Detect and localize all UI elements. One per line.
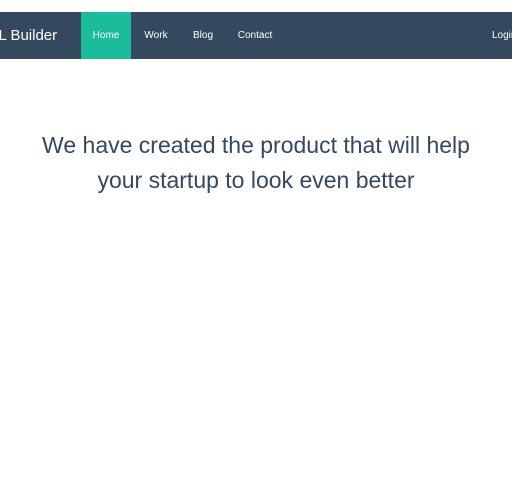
login-link[interactable]: Login [492,12,512,59]
hero-heading-line-2: your startup to look even better [97,167,415,193]
nav-item-contact[interactable]: Contact [232,12,278,59]
hero-section: We have created the product that will he… [0,128,512,198]
hero-heading-line-1: We have created the product that will he… [42,132,470,158]
nav-item-blog[interactable]: Blog [184,12,222,59]
nav-item-home[interactable]: Home [81,12,131,59]
top-strip [0,0,512,12]
brand-logo-text[interactable]: ML Builder [0,12,57,59]
navbar: ML Builder Home Work Blog Contact Login [0,12,512,59]
nav-item-work[interactable]: Work [136,12,176,59]
page: ML Builder Home Work Blog Contact Login … [0,0,512,480]
